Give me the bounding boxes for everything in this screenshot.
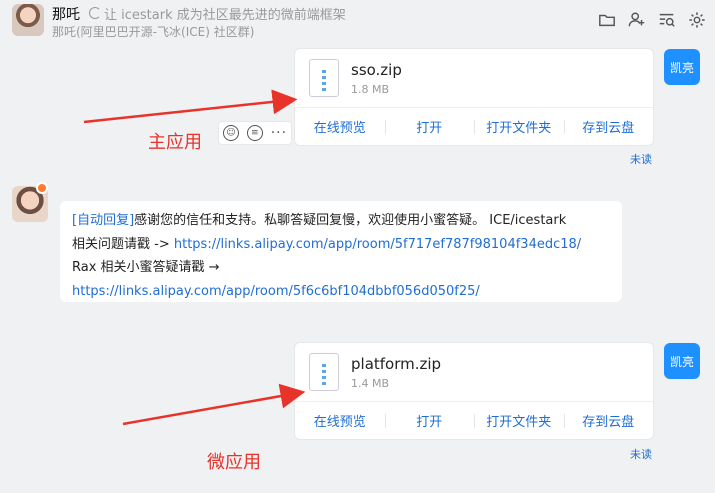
file-actions: 在线预览 打开 打开文件夹 存到云盘 <box>295 401 653 439</box>
read-status[interactable]: 未读 <box>630 446 652 462</box>
file-name: sso.zip <box>351 61 402 79</box>
file-message-card[interactable]: sso.zip 1.8 MB 在线预览 打开 打开文件夹 存到云盘 <box>294 48 654 146</box>
more-icon[interactable]: ··· <box>271 125 287 141</box>
main-app-annotation: 主应用 <box>148 132 202 153</box>
sender-avatar[interactable]: 凯亮 <box>664 49 700 85</box>
rax-link[interactable]: https://links.alipay.com/app/room/5f6c6b… <box>72 280 610 304</box>
file-name: platform.zip <box>351 355 442 373</box>
chat-title: 那吒 <box>52 7 80 23</box>
reply-text: Rax 相关小蜜答疑请戳 → <box>72 260 220 275</box>
loading-icon <box>89 7 101 19</box>
gear-icon[interactable] <box>687 10 707 30</box>
chat-subtitle: 那吒(阿里巴巴开源-飞冰(ICE) 社区群) <box>52 25 255 39</box>
emoji-icon[interactable]: ☺ <box>222 125 239 141</box>
chat-header: 那吒 让 icestark 成为社区最先进的微前端框架 那吒(阿里巴巴开源-飞冰… <box>0 0 715 46</box>
open-file-button[interactable]: 打开 <box>384 402 475 439</box>
file-actions: 在线预览 打开 打开文件夹 存到云盘 <box>295 107 653 145</box>
main-app-arrow <box>83 89 298 124</box>
reply-text: 感谢您的信任和支持。私聊答疑回复慢，欢迎使用小蜜答疑。 ICE/icestark <box>134 213 567 228</box>
auto-reply-bubble: [自动回复]感谢您的信任和支持。私聊答疑回复慢，欢迎使用小蜜答疑。 ICE/ic… <box>60 201 622 302</box>
bot-badge <box>36 182 48 194</box>
zip-file-icon <box>309 59 339 97</box>
add-user-icon[interactable] <box>627 10 647 30</box>
file-size: 1.8 MB <box>351 83 390 96</box>
open-folder-button[interactable]: 打开文件夹 <box>474 108 564 145</box>
reply-text: 相关问题请戳 -> <box>72 236 174 252</box>
save-to-cloud-button[interactable]: 存到云盘 <box>563 108 654 145</box>
chat-status: 让 icestark 成为社区最先进的微前端框架 <box>104 8 346 23</box>
auto-reply-tag: [自动回复] <box>72 213 135 228</box>
icestark-link[interactable]: https://links.alipay.com/app/room/5f717e… <box>174 237 581 252</box>
preview-online-button[interactable]: 在线预览 <box>295 402 385 439</box>
save-to-cloud-button[interactable]: 存到云盘 <box>563 402 654 439</box>
message-toolbar: ☺ ≡ ··· <box>218 121 292 145</box>
comment-icon[interactable]: ≡ <box>246 125 263 141</box>
search-history-icon[interactable] <box>657 10 677 30</box>
micro-app-arrow <box>122 383 306 426</box>
micro-app-annotation: 微应用 <box>207 452 261 473</box>
sender-avatar[interactable]: 凯亮 <box>664 343 700 379</box>
file-message-card[interactable]: platform.zip 1.4 MB 在线预览 打开 打开文件夹 存到云盘 <box>294 342 654 440</box>
folder-icon[interactable] <box>597 10 617 30</box>
open-file-button[interactable]: 打开 <box>384 108 475 145</box>
zip-file-icon <box>309 353 339 391</box>
group-avatar[interactable] <box>12 4 44 36</box>
preview-online-button[interactable]: 在线预览 <box>295 108 385 145</box>
read-status[interactable]: 未读 <box>630 151 652 167</box>
file-size: 1.4 MB <box>351 377 390 390</box>
header-toolbar <box>597 10 707 30</box>
open-folder-button[interactable]: 打开文件夹 <box>474 402 564 439</box>
